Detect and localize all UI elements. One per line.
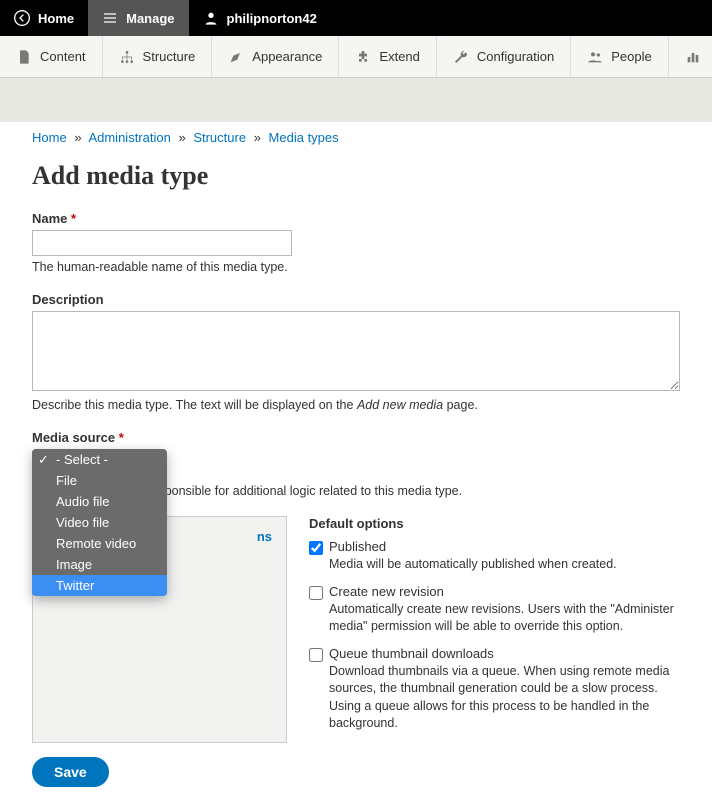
tab-extend[interactable]: Extend	[339, 36, 436, 77]
required-star: *	[71, 211, 76, 226]
required-star: *	[119, 430, 124, 445]
tab-structure[interactable]: Structure	[103, 36, 213, 77]
home-link[interactable]: Home	[0, 0, 88, 36]
description-label: Description	[32, 292, 680, 307]
description-input[interactable]	[32, 311, 680, 391]
configuration-icon	[453, 49, 469, 65]
name-help: The human-readable name of this media ty…	[32, 260, 680, 274]
check-desc: Download thumbnails via a queue. When us…	[329, 663, 680, 733]
manage-link[interactable]: Manage	[88, 0, 188, 36]
tab-label: Content	[40, 49, 86, 64]
tab-label: Extend	[379, 49, 419, 64]
breadcrumb: Home » Administration » Structure » Medi…	[32, 122, 680, 153]
structure-icon	[119, 49, 135, 65]
header-spacer	[0, 78, 712, 122]
checkbox-queue[interactable]	[309, 648, 323, 662]
select-option[interactable]: Video file	[32, 512, 167, 533]
select-option[interactable]: File	[32, 470, 167, 491]
admin-topbar: Home Manage philipnorton42	[0, 0, 712, 36]
name-input[interactable]	[32, 230, 292, 256]
tab-label: People	[611, 49, 651, 64]
checkbox-revision[interactable]	[309, 586, 323, 600]
description-help: Describe this media type. The text will …	[32, 398, 680, 412]
select-option[interactable]: Audio file	[32, 491, 167, 512]
content-icon	[16, 49, 32, 65]
username: philipnorton42	[227, 11, 317, 26]
tab-content[interactable]: Content	[0, 36, 103, 77]
breadcrumb-link[interactable]: Administration	[88, 130, 170, 145]
check-desc: Automatically create new revisions. User…	[329, 601, 680, 636]
check-row-revision: Create new revision Automatically create …	[309, 584, 680, 636]
breadcrumb-link[interactable]: Home	[32, 130, 67, 145]
breadcrumb-link[interactable]: Media types	[269, 130, 339, 145]
check-desc: Media will be automatically published wh…	[329, 556, 680, 574]
detail-pane: Default options Published Media will be a…	[287, 516, 680, 743]
check-row-published: Published Media will be automatically pub…	[309, 539, 680, 574]
check-row-queue: Queue thumbnail downloads Download thumbn…	[309, 646, 680, 733]
people-icon	[587, 49, 603, 65]
select-option[interactable]: - Select -	[32, 449, 167, 470]
select-option[interactable]: Twitter	[32, 575, 167, 596]
media-source-label: Media source *	[32, 430, 680, 445]
default-options-legend: Default options	[309, 516, 404, 531]
manage-label: Manage	[126, 11, 174, 26]
home-label: Home	[38, 11, 74, 26]
breadcrumb-link[interactable]: Structure	[193, 130, 246, 145]
page-title: Add media type	[32, 161, 680, 191]
tab-people[interactable]: People	[571, 36, 668, 77]
extend-icon	[355, 49, 371, 65]
media-source-dropdown: - Select -FileAudio fileVideo fileRemote…	[32, 449, 167, 596]
tab-configuration[interactable]: Configuration	[437, 36, 571, 77]
check-label: Create new revision	[329, 584, 680, 599]
menu-icon	[102, 10, 118, 26]
tab-label: Appearance	[252, 49, 322, 64]
admin-tabs: Content Structure Appearance Extend Conf…	[0, 36, 712, 78]
appearance-icon	[228, 49, 244, 65]
check-label: Queue thumbnail downloads	[329, 646, 680, 661]
reports-icon	[685, 49, 701, 65]
checkbox-published[interactable]	[309, 541, 323, 555]
tab-label: Structure	[143, 49, 196, 64]
select-option[interactable]: Remote video	[32, 533, 167, 554]
name-label: Name *	[32, 211, 680, 226]
user-icon	[203, 10, 219, 26]
select-option[interactable]: Image	[32, 554, 167, 575]
user-link[interactable]: philipnorton42	[189, 0, 331, 36]
tab-appearance[interactable]: Appearance	[212, 36, 339, 77]
check-label: Published	[329, 539, 680, 554]
back-icon	[14, 10, 30, 26]
tab-label: Configuration	[477, 49, 554, 64]
tab-reports[interactable]	[669, 36, 712, 77]
